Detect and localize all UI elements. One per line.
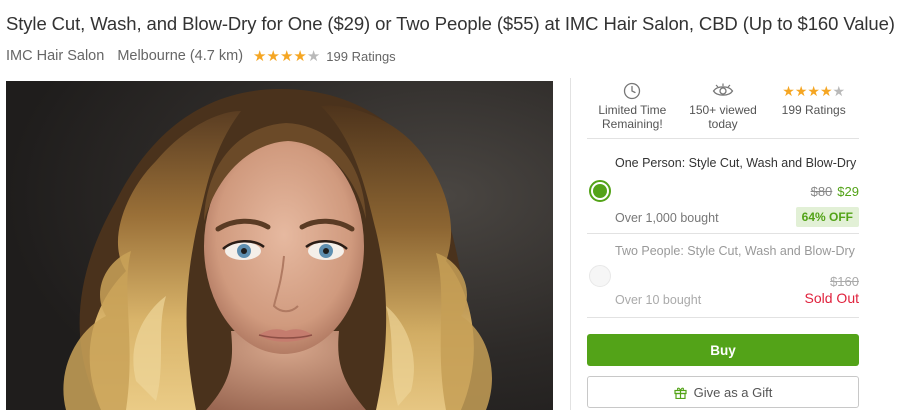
stat-text: Limited Time Remaining!	[598, 103, 667, 131]
give-as-gift-button[interactable]: Give as a Gift	[587, 376, 859, 408]
merchant-name[interactable]: IMC Hair Salon	[6, 48, 104, 64]
purchase-panel: Limited Time Remaining! 150+ viewed toda…	[570, 78, 920, 410]
sold-out-label: Sold Out	[804, 290, 859, 306]
deal-stats: Limited Time Remaining! 150+ viewed toda…	[587, 78, 859, 139]
deal-meta: IMC Hair Salon Melbourne (4.7 km) ★ ★ ★ …	[6, 47, 396, 65]
star-icon: ★	[306, 47, 321, 65]
stat-views: 150+ viewed today	[678, 78, 769, 138]
star-icon: ★	[266, 47, 280, 65]
stat-limited-time: Limited Time Remaining!	[587, 78, 678, 138]
option-radio-disabled	[589, 265, 611, 287]
star-rating[interactable]: ★ ★ ★ ★ ★	[253, 49, 320, 64]
original-price: $160	[830, 274, 859, 289]
option-price: $80 $29	[811, 184, 859, 199]
deal-title: Style Cut, Wash, and Blow-Dry for One ($…	[6, 13, 895, 34]
star-icon: ★	[819, 83, 833, 99]
star-icon: ★	[832, 83, 846, 99]
eye-icon	[712, 82, 734, 100]
bought-count: Over 1,000 bought	[615, 211, 719, 225]
ratings-count[interactable]: 199 Ratings	[326, 49, 395, 64]
deal-price: $29	[837, 184, 859, 199]
deal-hero-image[interactable]	[6, 81, 553, 410]
star-icon: ★	[794, 83, 808, 99]
bought-count: Over 10 bought	[615, 293, 702, 307]
deal-option-one-person[interactable]: One Person: Style Cut, Wash and Blow-Dry…	[587, 140, 859, 234]
deal-option-two-people: Two People: Style Cut, Wash and Blow-Dry…	[587, 235, 859, 318]
discount-badge: 64% OFF	[795, 207, 859, 227]
hero-photo-illustration	[6, 81, 553, 410]
option-title: One Person: Style Cut, Wash and Blow-Dry	[615, 156, 857, 170]
stat-text: 150+ viewed today	[689, 103, 757, 131]
star-icon: ★	[279, 47, 294, 65]
star-rating: ★ ★ ★ ★ ★	[782, 82, 845, 100]
gift-button-label: Give as a Gift	[693, 384, 773, 400]
star-icon: ★	[293, 47, 307, 65]
option-title: Two People: Style Cut, Wash and Blow-Dry	[615, 244, 855, 258]
original-price: $80	[810, 184, 833, 199]
stat-text: 199 Ratings	[781, 103, 846, 117]
merchant-location[interactable]: Melbourne (4.7 km)	[117, 48, 243, 64]
clock-icon	[623, 82, 641, 100]
buy-button[interactable]: Buy	[587, 334, 859, 366]
option-price: $160	[830, 274, 859, 289]
star-icon: ★	[807, 83, 820, 99]
gift-icon	[674, 386, 687, 399]
star-icon: ★	[782, 83, 795, 99]
star-icon: ★	[253, 47, 267, 65]
stat-ratings[interactable]: ★ ★ ★ ★ ★ 199 Ratings	[768, 78, 859, 138]
option-radio-selected[interactable]	[589, 180, 611, 202]
